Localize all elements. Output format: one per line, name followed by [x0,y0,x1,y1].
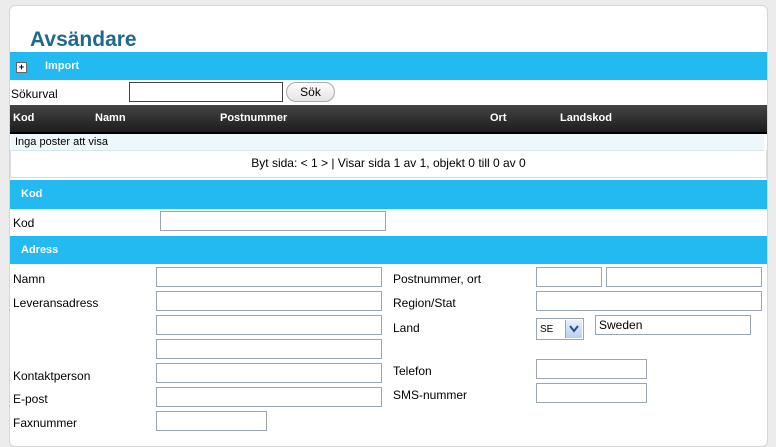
search-button[interactable]: Sök [286,82,335,102]
telefon-input[interactable] [536,359,647,379]
kontaktperson-input[interactable] [156,363,382,383]
land-name-input[interactable] [595,315,751,335]
kontaktperson-label: Kontaktperson [13,369,91,383]
epost-label: E-post [13,392,48,406]
kod-label: Kod [13,216,35,230]
land-code: SE [540,324,554,335]
table-row: Inga poster att visa [11,134,764,151]
leveransadress-line-1[interactable] [156,291,382,311]
column-landskod[interactable]: Landskod [560,112,612,124]
sms-input[interactable] [536,383,647,403]
leveransadress-line-2[interactable] [156,315,382,335]
column-postnummer[interactable]: Postnummer [220,112,287,124]
pager: Byt sida: < 1 > | Visar sida 1 av 1, obj… [251,156,526,170]
search-input[interactable] [129,82,283,102]
column-kod[interactable]: Kod [13,112,34,124]
postnummer-input[interactable] [536,267,602,287]
column-namn[interactable]: Namn [95,112,126,124]
namn-label: Namn [13,272,46,286]
faxnummer-label: Faxnummer [13,416,78,430]
empty-message: Inga poster att visa [15,136,108,148]
search-label: Sökurval [11,87,58,101]
page-title: Avsändare [30,28,137,51]
epost-input[interactable] [156,387,382,407]
region-input[interactable] [536,291,762,311]
chevron-down-icon[interactable] [565,320,582,338]
leveransadress-line-3[interactable] [156,339,382,359]
address-section-title: Adress [21,244,59,256]
land-select[interactable]: SE [536,318,584,340]
leveransadress-label: Leveransadress [13,296,99,310]
ort-input[interactable] [606,267,762,287]
import-label: Import [45,60,80,72]
postnummer-ort-label: Postnummer, ort [393,272,482,286]
sender-panel: Avsändare + Import Sökurval Sök Kod Namn… [9,5,768,447]
land-label: Land [393,321,420,335]
region-label: Region/Stat [393,296,456,310]
import-section-header[interactable]: + Import [10,52,767,80]
namn-input[interactable] [156,267,382,287]
telefon-label: Telefon [393,364,432,378]
table-header: Kod Namn Postnummer Ort Landskod [10,105,767,134]
expand-icon[interactable]: + [16,62,27,73]
address-section-header: Adress [10,236,767,264]
kod-section-title: Kod [21,188,43,200]
kod-input[interactable] [160,211,386,231]
kod-section-header: Kod [10,180,767,209]
sms-label: SMS-nummer [393,388,468,402]
column-ort[interactable]: Ort [490,112,507,124]
faxnummer-input[interactable] [156,411,267,431]
